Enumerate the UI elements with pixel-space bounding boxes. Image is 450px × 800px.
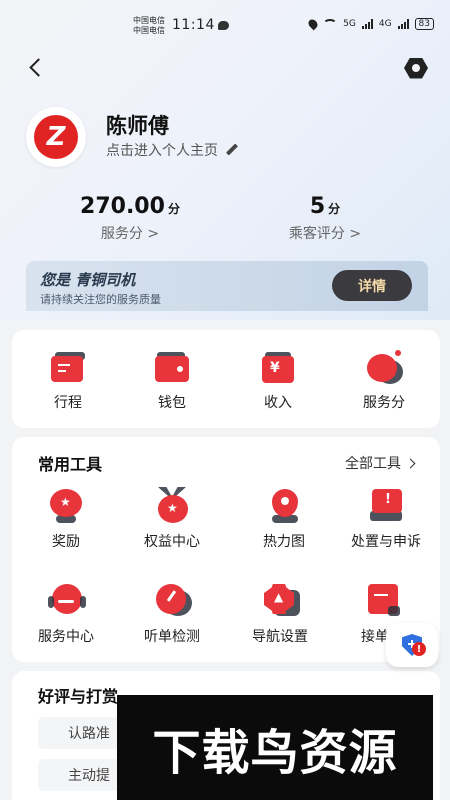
- level-subtitle: 请持续关注您的服务质量: [40, 293, 161, 306]
- common-tools-card: 常用工具 全部工具 ★ 奖励 ★ 权益中心 热力图 ! 处置与申诉 服务中心 听…: [12, 437, 440, 662]
- passenger-rating-label: 乘客评分 >: [288, 226, 362, 242]
- watermark-overlay: 下载鸟资源: [117, 695, 433, 800]
- carrier-1: 中国电信: [133, 16, 165, 25]
- tool-heatmap[interactable]: 热力图: [230, 487, 338, 551]
- settings-button[interactable]: [402, 54, 430, 82]
- network-4g: 4G: [378, 19, 392, 29]
- profile-link-text: 点击进入个人主页: [106, 143, 218, 159]
- navigation-settings-icon: ▲: [260, 582, 300, 620]
- battery-icon: 83: [414, 18, 434, 30]
- status-time: 11:14: [172, 17, 215, 33]
- level-title: 您是 青铜司机: [40, 271, 136, 289]
- service-score[interactable]: 270.00 分 服务分 >: [60, 194, 200, 243]
- service-center-icon: [46, 582, 86, 620]
- appeal-icon: !: [366, 487, 406, 525]
- tool-appeal[interactable]: ! 处置与申诉: [332, 487, 440, 551]
- reviews-title: 好评与打赏: [38, 687, 119, 706]
- driver-level-banner: 您是 青铜司机 请持续关注您的服务质量 详情: [26, 261, 428, 311]
- tool-benefits[interactable]: ★ 权益中心: [118, 487, 226, 551]
- reward-icon: ★: [46, 487, 86, 525]
- service-score-unit: 分: [167, 202, 180, 216]
- signal-icon-2: [397, 19, 409, 29]
- income-icon: ¥: [259, 350, 297, 384]
- quick-action-income[interactable]: ¥ 收入: [238, 350, 318, 412]
- tools-title: 常用工具: [38, 455, 103, 474]
- quick-action-trip[interactable]: 行程: [28, 350, 108, 412]
- tool-navigation-settings[interactable]: ▲ 导航设置: [226, 582, 334, 646]
- carrier-2: 中国电信: [133, 26, 165, 35]
- tool-service-center[interactable]: 服务中心: [12, 582, 120, 646]
- wifi-icon: [323, 19, 338, 29]
- service-score-value: 270.00: [80, 194, 165, 219]
- quick-actions-card: 行程 钱包 ¥ 收入 服务分: [12, 330, 440, 428]
- service-score-label: 服务分 >: [100, 226, 160, 242]
- avatar-logo: Z: [34, 115, 78, 159]
- all-tools-link[interactable]: 全部工具: [345, 453, 416, 473]
- trip-icon: [49, 350, 87, 384]
- service-score-icon: [365, 350, 403, 384]
- message-icon: [218, 21, 229, 30]
- settings-icon: [404, 57, 428, 79]
- edit-icon: [226, 144, 238, 156]
- network-5g: 5G: [343, 19, 356, 29]
- order-taking-icon: [362, 582, 402, 620]
- profile-link[interactable]: 点击进入个人主页: [106, 140, 238, 160]
- chevron-right-icon: [405, 458, 416, 468]
- tool-label: 服务中心: [38, 629, 94, 645]
- passenger-rating[interactable]: 5分 乘客评分 >: [260, 194, 390, 243]
- alert-badge: !: [412, 642, 426, 656]
- level-detail-button[interactable]: 详情: [332, 270, 412, 301]
- tool-label: 奖励: [52, 534, 80, 550]
- quick-action-label: 收入: [264, 395, 292, 411]
- back-arrow-icon: [28, 57, 48, 77]
- quick-action-label: 服务分: [363, 395, 405, 411]
- passenger-rating-unit: 分: [328, 202, 341, 216]
- signal-icon: [361, 19, 373, 29]
- tool-reward[interactable]: ★ 奖励: [12, 487, 120, 551]
- status-bar: 中国电信 中国电信 11:14 5G 4G 83: [0, 0, 450, 44]
- benefits-icon: ★: [152, 487, 192, 525]
- tool-label: 热力图: [263, 534, 305, 550]
- tool-order-check[interactable]: 听单检测: [118, 582, 226, 646]
- status-icons: 5G 4G 83: [306, 17, 434, 31]
- quick-action-label: 行程: [54, 395, 82, 411]
- quick-action-service-score[interactable]: 服务分: [344, 350, 424, 412]
- tool-label: 导航设置: [252, 629, 308, 645]
- quick-action-wallet[interactable]: 钱包: [132, 350, 212, 412]
- tool-label: 权益中心: [144, 534, 200, 550]
- carrier-labels: 中国电信 中国电信: [133, 16, 165, 36]
- location-icon: [306, 17, 320, 31]
- driver-name: 陈师傅: [106, 114, 169, 138]
- tool-label: 听单检测: [144, 629, 200, 645]
- avatar[interactable]: Z: [26, 107, 86, 167]
- order-check-icon: [152, 582, 192, 620]
- tool-label: 处置与申诉: [351, 534, 421, 550]
- passenger-rating-value: 5: [309, 194, 326, 219]
- heatmap-icon: [264, 487, 304, 525]
- wallet-icon: [153, 350, 191, 384]
- all-tools-label: 全部工具: [345, 456, 401, 472]
- quick-action-label: 钱包: [158, 395, 186, 411]
- back-button[interactable]: [22, 54, 48, 80]
